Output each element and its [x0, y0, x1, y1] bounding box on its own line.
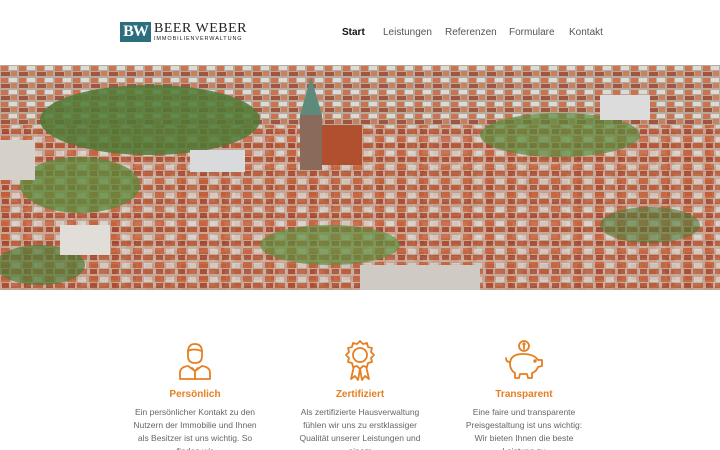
feature-text: Eine faire und transparente Preisgestalt…	[465, 407, 583, 450]
feature-title: Persönlich	[169, 389, 221, 400]
person-icon	[179, 343, 211, 380]
feature-title: Zertifiziert	[335, 389, 385, 400]
site-header: BW BEER WEBER IMMOBILIENVERWALTUNG Start…	[0, 0, 720, 65]
nav-item-referenzen[interactable]: Referenzen	[445, 26, 497, 40]
nav-item-leistungen[interactable]: Leistungen	[383, 26, 432, 40]
feature-title: Transparent	[495, 389, 553, 400]
award-icon	[345, 340, 375, 381]
logo-name: BEER WEBER	[154, 20, 248, 36]
hero-image	[0, 65, 720, 290]
nav-item-formulare[interactable]: Formulare	[509, 26, 555, 40]
feature-certified: Zertifiziert Als zertifizierte Hausverwa…	[295, 338, 425, 450]
aerial-city-illustration	[0, 65, 720, 290]
logo-subtitle: IMMOBILIENVERWALTUNG	[154, 35, 243, 42]
feature-text: Als zertifizierte Hausverwaltung fühlen …	[299, 407, 421, 450]
nav-item-kontakt[interactable]: Kontakt	[569, 26, 603, 40]
logo-mark: BW	[120, 22, 151, 42]
feature-text: Ein persönlicher Kontakt zu den Nutzern …	[133, 407, 257, 450]
logo-text: BEER WEBER IMMOBILIENVERWALTUNG	[154, 20, 248, 43]
logo[interactable]: BW BEER WEBER IMMOBILIENVERWALTUNG	[120, 20, 248, 43]
nav-item-start[interactable]: Start	[342, 26, 365, 40]
features-section: Persönlich Ein persönlicher Kontakt zu d…	[0, 290, 720, 450]
feature-transparent: Transparent Eine faire und transparente …	[459, 338, 589, 450]
feature-personal: Persönlich Ein persönlicher Kontakt zu d…	[130, 338, 260, 450]
piggy-bank-icon	[505, 340, 543, 379]
